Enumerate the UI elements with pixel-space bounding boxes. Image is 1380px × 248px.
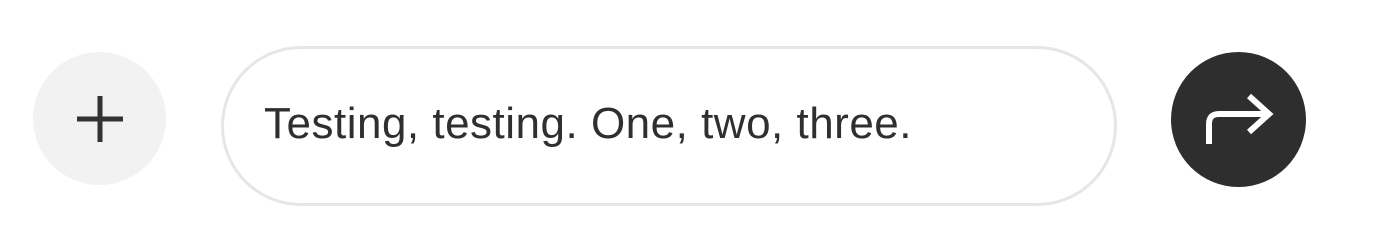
message-input[interactable]: Testing, testing. One, two, three. [221,46,1117,206]
message-composer: Testing, testing. One, two, three. [0,0,1380,248]
plus-icon [74,93,126,145]
message-input-value[interactable]: Testing, testing. One, two, three. [264,99,912,149]
send-button[interactable] [1171,52,1306,187]
forward-arrow-icon [1199,88,1279,152]
add-attachment-button[interactable] [33,52,166,185]
